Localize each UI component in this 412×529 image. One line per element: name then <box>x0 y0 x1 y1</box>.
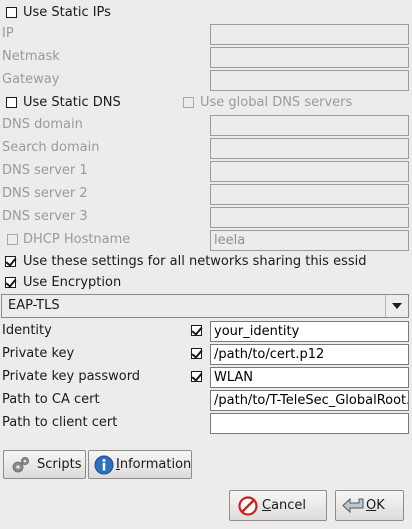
global-dns-label: Use global DNS servers <box>200 95 353 110</box>
information-label: Information <box>116 457 192 472</box>
netmask-field <box>210 47 409 68</box>
cancel-label: Cancel <box>262 498 307 513</box>
static-ips-label[interactable]: Use Static IPs <box>23 5 111 21</box>
dns-server-3-field <box>210 207 409 228</box>
search-domain-field <box>210 138 409 159</box>
static-dns-checkbox[interactable] <box>6 97 17 108</box>
global-dns-checkbox <box>183 97 194 108</box>
ca-cert-label: Path to CA cert <box>2 392 100 407</box>
static-ips-checkbox[interactable] <box>6 7 17 18</box>
search-domain-label: Search domain <box>2 140 100 155</box>
dropdown-arrow-button[interactable] <box>385 295 408 317</box>
ok-arrow-icon <box>342 497 364 514</box>
private-key-checkbox[interactable] <box>191 347 203 359</box>
encryption-type-value: EAP-TLS <box>8 298 60 313</box>
dns-domain-field <box>210 115 409 136</box>
dns-domain-label: DNS domain <box>2 117 83 132</box>
ok-button[interactable]: OK <box>335 490 404 521</box>
identity-checkbox[interactable] <box>191 324 203 336</box>
scripts-label: Scripts <box>37 457 82 472</box>
identity-field[interactable]: your_identity <box>210 321 409 342</box>
dns-server-2-field <box>210 184 409 205</box>
encryption-type-dropdown[interactable]: EAP-TLS <box>1 294 409 318</box>
dns-server-1-label: DNS server 1 <box>2 163 88 178</box>
private-key-field[interactable]: /path/to/cert.p12 <box>210 344 409 365</box>
client-cert-field[interactable] <box>210 413 409 434</box>
static-dns-label[interactable]: Use Static DNS <box>23 95 121 111</box>
ca-cert-field[interactable]: /path/to/T-TeleSec_GlobalRoot... <box>210 390 409 411</box>
dhcp-hostname-checkbox <box>7 234 18 245</box>
identity-label: Identity <box>2 323 52 338</box>
private-key-password-field[interactable]: WLAN <box>210 367 409 388</box>
dhcp-hostname-label: DHCP Hostname <box>23 232 131 247</box>
dns-server-3-label: DNS server 3 <box>2 209 88 224</box>
dhcp-hostname-field: leela <box>210 230 409 251</box>
gear-icon <box>12 457 29 473</box>
scripts-button[interactable]: Scripts <box>3 450 86 479</box>
ip-label: IP <box>2 26 14 41</box>
cancel-icon <box>238 496 258 516</box>
encryption-checkbox[interactable] <box>5 276 17 288</box>
gateway-field <box>210 70 409 91</box>
encryption-label[interactable]: Use Encryption <box>23 275 121 291</box>
information-button[interactable]: Information <box>88 450 192 479</box>
dns-server-1-field <box>210 161 409 182</box>
ok-label: OK <box>366 498 385 513</box>
client-cert-label: Path to client cert <box>2 415 118 430</box>
share-settings-label[interactable]: Use these settings for all networks shar… <box>23 254 366 270</box>
private-key-password-label: Private key password <box>2 369 141 384</box>
private-key-password-checkbox[interactable] <box>191 370 203 382</box>
cancel-button[interactable]: Cancel <box>229 490 327 521</box>
chevron-down-icon <box>392 303 402 309</box>
dns-server-2-label: DNS server 2 <box>2 186 88 201</box>
netmask-label: Netmask <box>2 49 60 64</box>
private-key-label: Private key <box>2 346 75 361</box>
ip-field <box>210 24 409 45</box>
share-settings-checkbox[interactable] <box>5 255 17 267</box>
gateway-label: Gateway <box>2 72 60 87</box>
info-icon <box>94 455 114 475</box>
